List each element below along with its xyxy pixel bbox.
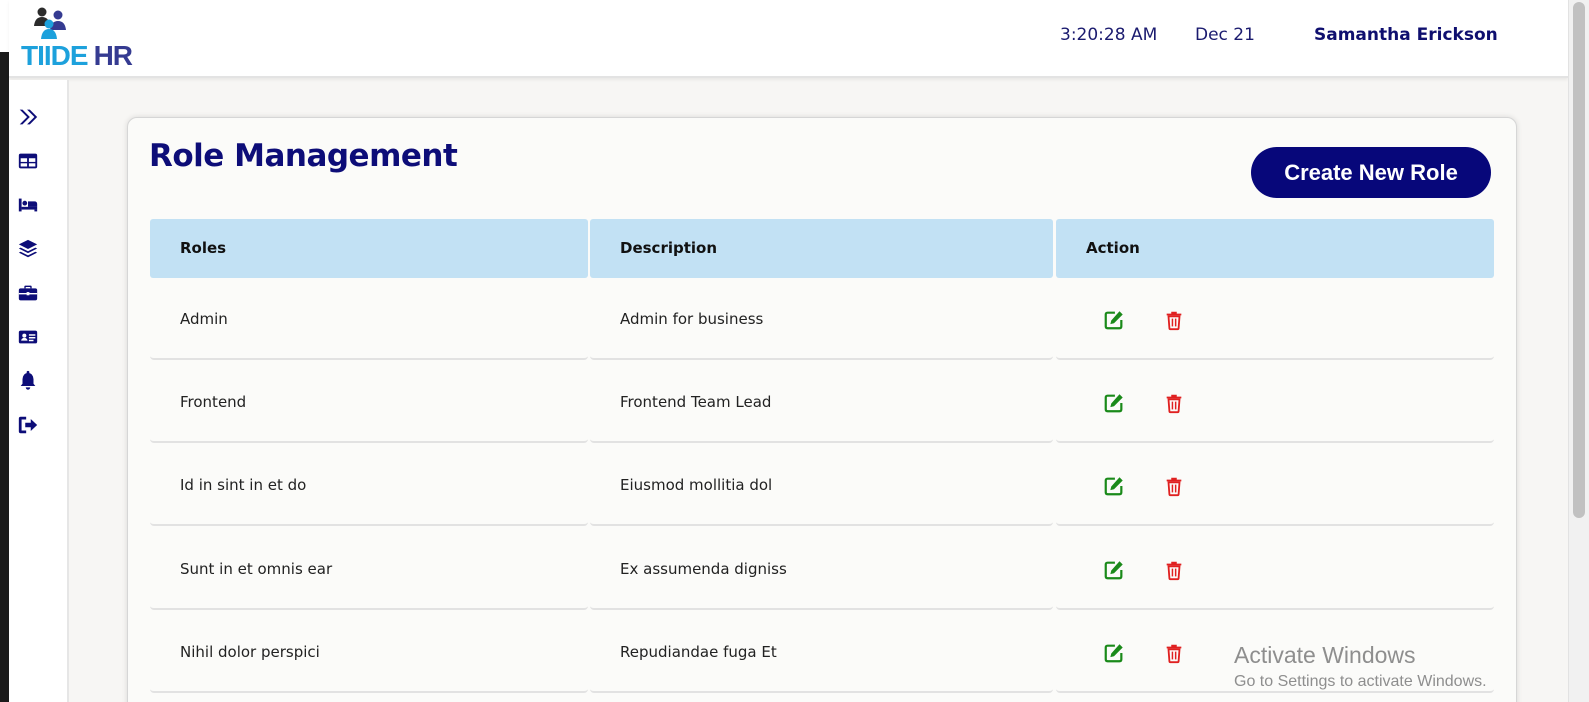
column-header-action: Action	[1056, 219, 1494, 278]
delete-role-button[interactable]	[1163, 392, 1185, 414]
trash-icon	[1166, 311, 1182, 331]
people-icon	[34, 7, 66, 39]
trash-icon	[1166, 644, 1182, 664]
edit-icon	[1104, 311, 1123, 330]
delete-role-button[interactable]	[1163, 559, 1185, 581]
sidebar-item-dashboard[interactable]	[17, 150, 41, 174]
bed-icon	[18, 198, 38, 212]
trash-icon	[1166, 561, 1182, 581]
role-name-cell: Nihil dolor perspici	[150, 612, 588, 693]
edit-icon	[1104, 394, 1123, 413]
sidebar-item-logout[interactable]	[17, 414, 41, 438]
table-row: Admin Admin for business	[128, 279, 1518, 362]
watermark-subtitle: Go to Settings to activate Windows.	[1234, 673, 1487, 690]
brand-name-part1: TIIDE	[21, 40, 89, 71]
edit-icon	[1104, 561, 1123, 580]
role-action-cell	[1056, 445, 1494, 526]
table-icon	[18, 153, 38, 169]
edit-role-button[interactable]	[1103, 309, 1125, 331]
sidebar-item-projects[interactable]	[17, 238, 41, 262]
bell-icon	[20, 370, 36, 390]
edit-role-button[interactable]	[1103, 392, 1125, 414]
vertical-scrollbar[interactable]	[1568, 0, 1589, 702]
sidebar-item-employees[interactable]	[17, 326, 41, 350]
page-title: Role Management	[149, 138, 458, 174]
delete-role-button[interactable]	[1163, 309, 1185, 331]
edit-role-button[interactable]	[1103, 642, 1125, 664]
sidebar-item-notifications[interactable]	[17, 370, 41, 394]
role-description-cell: Admin for business	[590, 279, 1053, 360]
trash-icon	[1166, 394, 1182, 414]
edit-icon	[1104, 644, 1123, 663]
sidebar	[9, 80, 69, 702]
edit-role-button[interactable]	[1103, 475, 1125, 497]
user-name[interactable]: Samantha Erickson	[1314, 25, 1498, 45]
column-header-description: Description	[590, 219, 1053, 278]
scrollbar-thumb[interactable]	[1573, 2, 1585, 518]
watermark-title: Activate Windows	[1234, 642, 1416, 668]
role-action-cell	[1056, 529, 1494, 610]
sign-out-icon	[18, 416, 38, 434]
delete-role-button[interactable]	[1163, 475, 1185, 497]
role-management-card: Role Management Create New Role Roles De…	[127, 117, 1517, 702]
brand-name: TIIDE HR	[21, 40, 133, 72]
table-row: Id in sint in et do Eiusmod mollitia dol	[128, 445, 1518, 528]
role-action-cell	[1056, 279, 1494, 360]
role-action-cell	[1056, 362, 1494, 443]
role-name-cell: Sunt in et omnis ear	[150, 529, 588, 610]
brand-name-part2: HR	[93, 40, 133, 71]
window-edge	[0, 0, 9, 702]
role-description-cell: Ex assumenda digniss	[590, 529, 1053, 610]
trash-icon	[1166, 477, 1182, 497]
layers-icon	[18, 239, 38, 258]
create-new-role-button[interactable]: Create New Role	[1251, 147, 1491, 198]
sidebar-item-jobs[interactable]	[17, 282, 41, 306]
top-navbar: TIIDE HR 3:20:28 AM Dec 21 Samantha Erick…	[9, 0, 1568, 78]
id-card-icon	[18, 330, 38, 344]
role-description-cell: Frontend Team Lead	[590, 362, 1053, 443]
role-description-cell: Repudiandae fuga Et	[590, 612, 1053, 693]
sidebar-expand-button[interactable]	[17, 106, 41, 130]
briefcase-icon	[18, 285, 38, 301]
role-name-cell: Frontend	[150, 362, 588, 443]
table-row: Frontend Frontend Team Lead	[128, 362, 1518, 445]
role-name-cell: Id in sint in et do	[150, 445, 588, 526]
current-date: Dec 21	[1195, 25, 1255, 45]
edit-role-button[interactable]	[1103, 559, 1125, 581]
edit-icon	[1104, 477, 1123, 496]
role-description-cell: Eiusmod mollitia dol	[590, 445, 1053, 526]
sidebar-item-leave[interactable]	[17, 194, 41, 218]
app-logo[interactable]: TIIDE HR	[21, 6, 146, 72]
column-header-roles: Roles	[150, 219, 588, 278]
activation-watermark: Activate Windows Go to Settings to activ…	[1234, 642, 1487, 691]
double-chevron-right-icon	[19, 109, 38, 125]
current-time: 3:20:28 AM	[1060, 25, 1158, 45]
delete-role-button[interactable]	[1163, 642, 1185, 664]
role-name-cell: Admin	[150, 279, 588, 360]
table-row: Sunt in et omnis ear Ex assumenda dignis…	[128, 529, 1518, 612]
